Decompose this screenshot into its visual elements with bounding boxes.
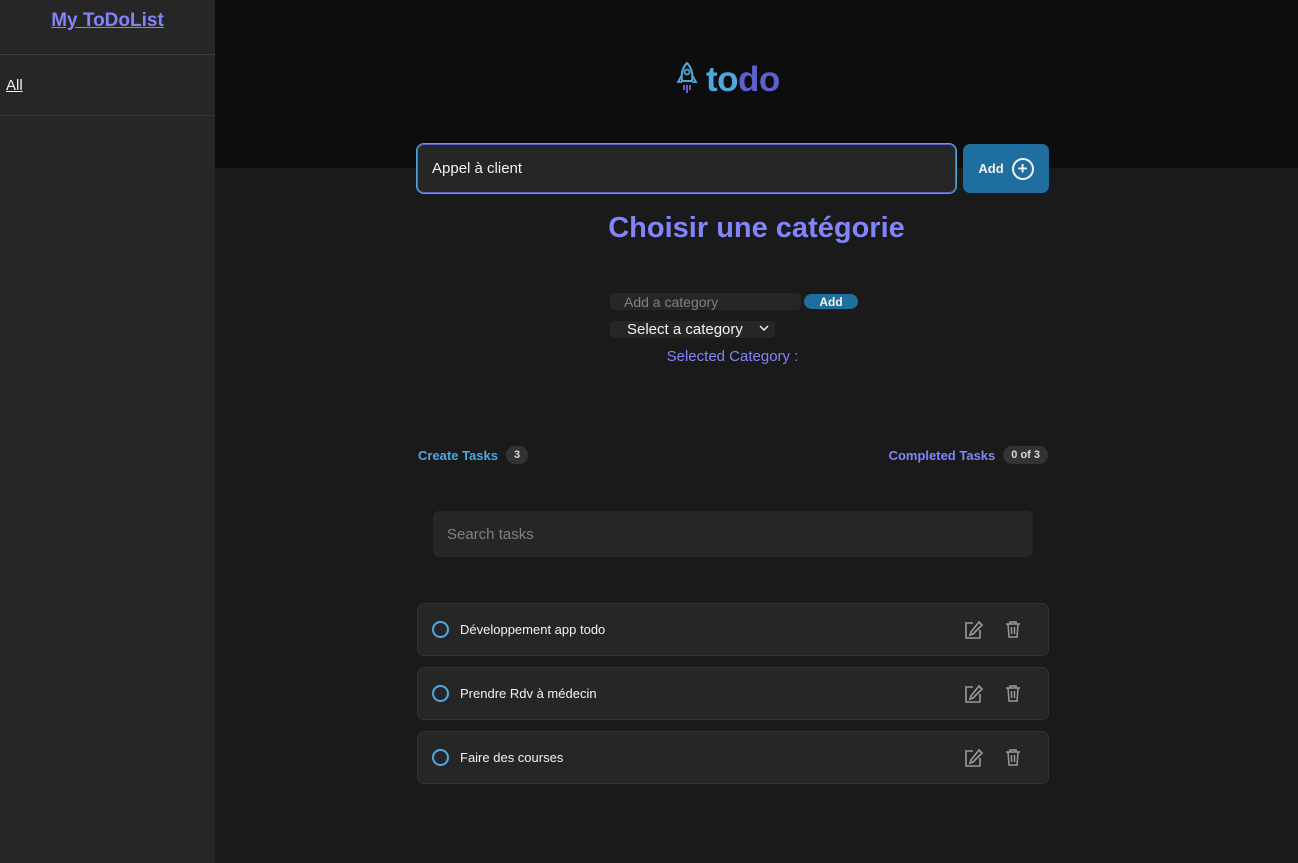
trash-icon[interactable] bbox=[1002, 747, 1024, 769]
category-select[interactable]: Select a category bbox=[610, 321, 775, 338]
header: todo bbox=[215, 0, 1298, 168]
task-item: Faire des courses bbox=[417, 731, 1049, 784]
logo-text-to: to bbox=[706, 60, 739, 99]
created-tasks-badge: 3 bbox=[505, 446, 529, 464]
edit-icon[interactable] bbox=[962, 619, 984, 641]
sidebar-nav: All bbox=[0, 55, 215, 116]
trash-icon[interactable] bbox=[1002, 619, 1024, 641]
task-text: Faire des courses bbox=[460, 750, 564, 765]
add-task-label: Add bbox=[978, 161, 1004, 176]
task-checkbox[interactable] bbox=[432, 621, 449, 638]
new-task-input[interactable] bbox=[416, 143, 957, 194]
task-text: Développement app todo bbox=[460, 622, 606, 637]
new-task-form: Add + bbox=[416, 143, 1049, 194]
completed-tasks-badge: 0 of 3 bbox=[1003, 446, 1048, 464]
edit-icon[interactable] bbox=[962, 683, 984, 705]
category-input[interactable] bbox=[610, 293, 801, 310]
category-heading: Choisir une catégorie bbox=[608, 212, 905, 244]
completed-tasks-counter: Completed Tasks 0 of 3 bbox=[889, 446, 1048, 464]
add-category-button[interactable]: Add bbox=[804, 294, 858, 309]
sidebar-header: My ToDoList bbox=[0, 0, 215, 55]
logo-text: todo bbox=[706, 60, 780, 100]
add-task-button[interactable]: Add + bbox=[963, 144, 1049, 193]
category-form: Add bbox=[610, 293, 858, 310]
task-counters: Create Tasks 3 Completed Tasks 0 of 3 bbox=[418, 446, 1048, 464]
task-item: Développement app todo bbox=[417, 603, 1049, 656]
task-checkbox[interactable] bbox=[432, 685, 449, 702]
edit-icon[interactable] bbox=[962, 747, 984, 769]
logo: todo bbox=[676, 60, 780, 100]
plus-circle-icon: + bbox=[1011, 157, 1034, 180]
created-tasks-label: Create Tasks bbox=[418, 447, 498, 463]
rocket-icon bbox=[676, 61, 698, 100]
sidebar-item-all[interactable]: All bbox=[6, 77, 23, 94]
app-title-link[interactable]: My ToDoList bbox=[51, 10, 164, 32]
task-checkbox[interactable] bbox=[432, 749, 449, 766]
completed-tasks-label: Completed Tasks bbox=[888, 447, 996, 463]
trash-icon[interactable] bbox=[1002, 683, 1024, 705]
search-input[interactable] bbox=[433, 511, 1033, 557]
sidebar: My ToDoList All bbox=[0, 0, 215, 863]
chevron-down-icon bbox=[759, 324, 769, 335]
selected-category-label: Selected Category : bbox=[666, 348, 799, 365]
category-select-value: Select a category bbox=[627, 321, 743, 338]
task-item: Prendre Rdv à médecin bbox=[417, 667, 1049, 720]
task-text: Prendre Rdv à médecin bbox=[460, 686, 597, 701]
logo-text-do: do bbox=[738, 60, 780, 99]
created-tasks-counter: Create Tasks 3 bbox=[418, 446, 529, 464]
